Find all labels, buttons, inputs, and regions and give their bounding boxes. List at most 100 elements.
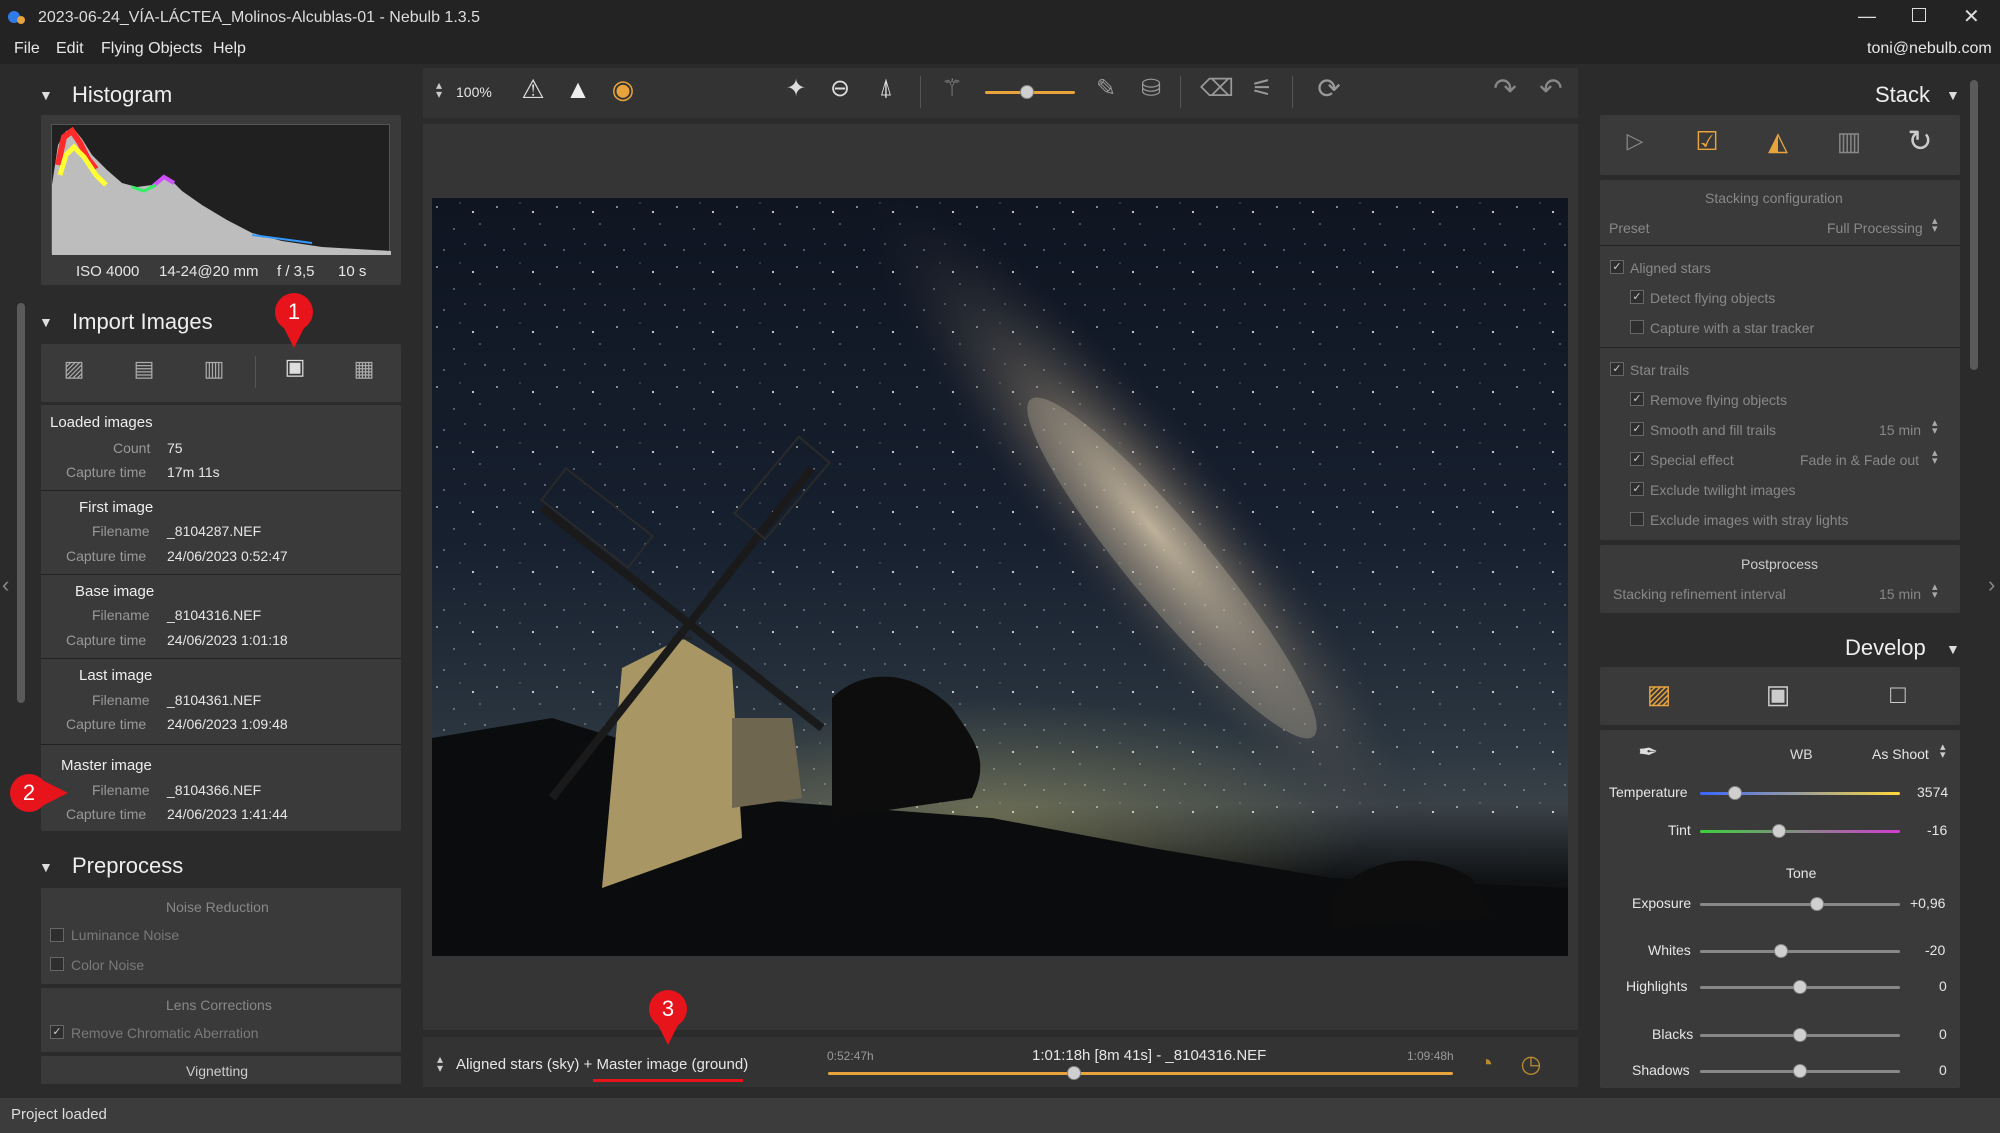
eyedropper-icon[interactable]: ✒ [1632,738,1664,767]
color-noise-label: Color Noise [71,957,145,973]
stack-aligned-icon[interactable]: ☑ [1689,126,1725,157]
histogram-aperture: f / 3,5 [277,263,315,280]
exposure-slider[interactable] [1700,903,1900,906]
right-scrollbar[interactable] [1970,80,1978,370]
chromatic-aberration-checkbox[interactable]: ✓ [50,1025,64,1039]
menu-edit[interactable]: Edit [56,40,84,58]
right-collapse-icon[interactable]: › [1988,572,1995,598]
develop-collapse-icon[interactable]: ▼ [1946,641,1960,657]
special-effect-checkbox[interactable]: ✓ [1630,452,1644,466]
highlights-value[interactable]: 0 [1939,978,1947,994]
smooth-spinner-icon[interactable]: ▴ ▾ [1932,418,1938,437]
star-tracker-checkbox[interactable] [1630,320,1644,334]
clock-icon[interactable]: ◔ [1470,1050,1502,1078]
stack-trails-icon[interactable]: ◭ [1760,126,1796,157]
import-clipboard-icon[interactable]: ▦ [348,356,380,382]
menu-help[interactable]: Help [213,40,246,58]
left-scrollbar[interactable] [17,303,25,703]
exclude-stray-checkbox[interactable] [1630,512,1644,526]
undo-icon[interactable]: ↶ [1534,72,1568,105]
menu-file[interactable]: File [14,40,40,58]
refinement-value[interactable]: 15 min [1879,586,1921,602]
whites-knob[interactable] [1774,944,1788,958]
exposure-value[interactable]: +0,96 [1910,895,1945,911]
develop-crop-icon[interactable]: □ [1880,679,1916,710]
preset-value[interactable]: Full Processing [1827,220,1923,236]
highlights-knob[interactable] [1793,980,1807,994]
stack-columns-icon[interactable]: ▥ [1831,126,1867,157]
aligned-stars-checkbox[interactable]: ✓ [1610,260,1624,274]
redo-icon[interactable]: ↷ [1488,72,1522,105]
zoom-spinner-icon[interactable]: ▴ ▾ [436,79,442,100]
mode-spinner-icon[interactable]: ▴ ▾ [437,1053,443,1074]
smooth-trails-checkbox[interactable]: ✓ [1630,422,1644,436]
shadows-knob[interactable] [1793,1064,1807,1078]
import-stack-icon[interactable]: ▥ [198,356,230,382]
magic-wand-icon[interactable]: ⚚ [936,74,968,103]
preset-spinner-icon[interactable]: ▴ ▾ [1932,216,1938,235]
shadows-value[interactable]: 0 [1939,1062,1947,1078]
wb-spinner-icon[interactable]: ▴ ▾ [1940,742,1946,761]
tower-icon[interactable]: ⍋ [870,74,902,102]
history-icon[interactable]: ◷ [1515,1050,1547,1079]
menu-flying-objects[interactable]: Flying Objects [101,40,202,58]
stack-preview-icon[interactable]: ▷ [1618,128,1652,154]
warning-filled-icon[interactable]: ▲ [562,74,594,105]
luminance-noise-checkbox[interactable] [50,928,64,942]
star-trails-checkbox[interactable]: ✓ [1610,362,1624,376]
maximize-button[interactable] [1912,8,1926,22]
left-collapse-icon[interactable]: ‹ [2,572,9,598]
palette-icon[interactable]: ◉ [606,74,640,105]
milky-way-photo[interactable] [432,198,1568,956]
stack-collapse-icon[interactable]: ▼ [1946,87,1960,103]
develop-landscape-icon[interactable]: ▣ [1760,679,1796,710]
broom-icon[interactable]: ⚟ [1246,74,1278,103]
blacks-value[interactable]: 0 [1939,1026,1947,1042]
planet-icon[interactable]: ⊖ [824,74,856,103]
brush-size-knob[interactable] [1020,85,1034,99]
timeline-current: 1:01:18h [8m 41s] - _8104316.NEF [1032,1047,1267,1064]
import-collapse-icon[interactable]: ▼ [39,314,53,330]
stars-icon[interactable]: ✦ [780,74,812,103]
refresh-icon[interactable]: ⟳ [1312,72,1346,105]
warning-outline-icon[interactable]: ⚠ [517,74,549,105]
special-spinner-icon[interactable]: ▴ ▾ [1932,448,1938,467]
user-account[interactable]: toni@nebulb.com [1867,40,1992,58]
develop-image-icon[interactable]: ▨ [1641,679,1677,710]
stack-reset-icon[interactable]: ↻ [1902,124,1938,159]
histogram-collapse-icon[interactable]: ▼ [39,87,53,103]
divider [41,744,401,745]
smooth-trails-value[interactable]: 15 min [1879,422,1921,438]
import-master-image-icon[interactable]: ▣ [278,354,312,380]
import-folder-icon[interactable]: ▤ [128,356,160,382]
timeline-slider[interactable] [828,1072,1453,1075]
temperature-knob[interactable] [1728,786,1742,800]
bucket-icon[interactable]: ⛁ [1135,74,1167,103]
tint-value[interactable]: -16 [1927,822,1947,838]
exclude-twilight-checkbox[interactable]: ✓ [1630,482,1644,496]
remove-flying-checkbox[interactable]: ✓ [1630,392,1644,406]
brush-icon[interactable]: ✎ [1090,74,1122,103]
preprocess-collapse-icon[interactable]: ▼ [39,859,53,875]
whites-slider[interactable] [1700,950,1900,953]
tint-slider[interactable] [1700,830,1900,833]
temperature-value[interactable]: 3574 [1917,784,1948,800]
timeline-knob[interactable] [1067,1066,1081,1080]
minimize-button[interactable]: — [1858,6,1876,27]
wb-value[interactable]: As Shoot [1872,746,1929,762]
import-photos-icon[interactable]: ▨ [58,356,90,382]
tint-knob[interactable] [1772,824,1786,838]
whites-value[interactable]: -20 [1925,942,1945,958]
color-noise-checkbox[interactable] [50,957,64,971]
eraser-icon[interactable]: ⌫ [1200,74,1234,103]
detect-flying-checkbox[interactable]: ✓ [1630,290,1644,304]
blacks-knob[interactable] [1793,1028,1807,1042]
close-window-button[interactable]: ✕ [1963,4,1980,29]
divider [41,574,401,575]
refinement-spinner-icon[interactable]: ▴ ▾ [1932,582,1938,601]
exposure-knob[interactable] [1810,897,1824,911]
stack-mode-selector[interactable]: Aligned stars (sky) + Master image (grou… [456,1056,748,1073]
zoom-level[interactable]: 100% [456,84,492,100]
title-bar: 2023-06-24_VÍA-LÁCTEA_Molinos-Alcublas-0… [0,0,2000,36]
special-effect-value[interactable]: Fade in & Fade out [1800,452,1919,468]
